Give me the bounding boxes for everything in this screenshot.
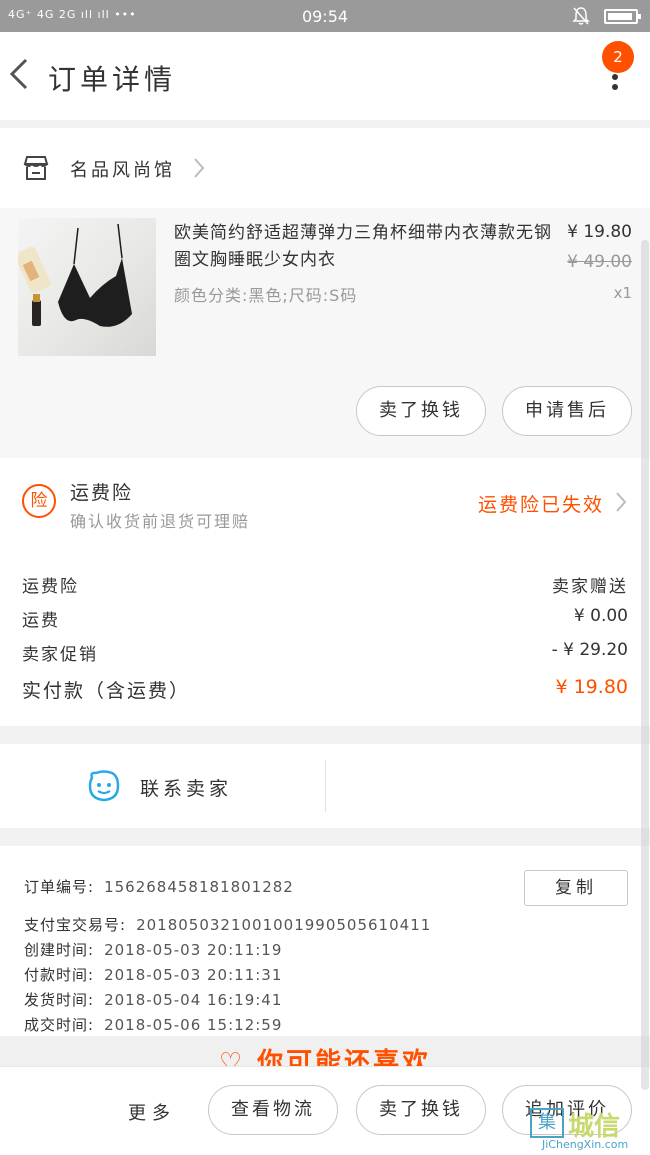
info-label: 成交时间: (24, 1016, 95, 1034)
status-bar: 4G⁺ 4G 2G ıll ıll ••• 09:54 (0, 0, 650, 32)
shop-name: 名品风尚馆 (70, 160, 175, 181)
insurance-title: 运费险 (70, 482, 134, 504)
info-label: 创建时间: (24, 941, 95, 959)
resell-button[interactable]: 卖了换钱 (356, 386, 486, 436)
fee-row-shipping: 运费 ¥ 0.00 (22, 606, 628, 636)
mute-bell-icon (572, 7, 590, 25)
back-arrow-icon[interactable] (6, 54, 36, 94)
fee-value: ¥ 0.00 (573, 606, 628, 626)
page-title: 订单详情 (48, 63, 177, 96)
chat-icon[interactable] (86, 768, 122, 804)
order-number: 156268458181801282 (104, 878, 294, 896)
completed-time-row: 成交时间: 2018-05-06 15:12:59 (24, 1014, 282, 1035)
shipping-insurance-row[interactable]: 险 运费险 确认收货前退货可理赔 运费险已失效 (0, 458, 650, 554)
product-quantity: x1 (613, 284, 632, 302)
info-value: 2018050321001001990505610411 (136, 916, 432, 934)
watermark-logo: 集 城信 JiChengXin.com (528, 1104, 646, 1154)
contact-seller-bar: 联系卖家 (0, 744, 650, 828)
insurance-status: 运费险已失效 (477, 494, 604, 516)
aftersale-button[interactable]: 申请售后 (502, 386, 632, 436)
nav-bar: 订单详情 2 (0, 32, 650, 120)
total-value: ¥ 19.80 (555, 676, 628, 698)
resell-button[interactable]: 卖了换钱 (356, 1085, 486, 1135)
recommend-title: ♡ 你可能还喜欢 (218, 1048, 432, 1066)
fee-summary: 运费险 卖家赠送 运费 ¥ 0.00 卖家促销 - ¥ 29.20 实付款（含运… (0, 554, 650, 726)
chevron-right-icon (616, 492, 627, 512)
info-label: 支付宝交易号: (24, 916, 127, 934)
info-value: 2018-05-03 20:11:19 (104, 941, 283, 959)
product-item[interactable]: 欧美简约舒适超薄弹力三角杯细带内衣薄款无钢圈文胸睡眠少女内衣 颜色分类:黑色;尺… (0, 208, 650, 458)
order-info: 订单编号: 156268458181801282 复制 支付宝交易号: 201805… (0, 846, 650, 1036)
contact-seller-button[interactable]: 联系卖家 (140, 774, 232, 801)
shop-row[interactable]: 名品风尚馆 (0, 128, 650, 208)
info-label: 订单编号: (24, 878, 95, 896)
product-price: ¥ 19.80 (567, 222, 632, 242)
shipped-time-row: 发货时间: 2018-05-04 16:19:41 (24, 989, 282, 1010)
product-title[interactable]: 欧美简约舒适超薄弹力三角杯细带内衣薄款无钢圈文胸睡眠少女内衣 (174, 220, 554, 274)
fee-value: 卖家赠送 (552, 577, 628, 597)
divider (325, 760, 326, 812)
store-icon (23, 156, 49, 180)
fee-row-total: 实付款（含运费） ¥ 19.80 (22, 676, 628, 706)
copy-button[interactable]: 复制 (524, 870, 628, 906)
watermark-url: JiChengXin.com (542, 1138, 629, 1151)
info-value: 2018-05-04 16:19:41 (104, 991, 283, 1009)
scrollbar[interactable] (641, 240, 649, 1090)
notification-badge[interactable]: 2 (602, 41, 634, 73)
total-label: 实付款（含运费） (22, 680, 191, 702)
info-label: 发货时间: (24, 991, 95, 1009)
insurance-icon: 险 (22, 484, 56, 518)
info-value: 2018-05-06 15:12:59 (104, 1016, 283, 1034)
chevron-right-icon (194, 158, 205, 178)
more-menu-icon[interactable] (610, 72, 620, 94)
recommend-banner: ♡ 你可能还喜欢 (0, 1036, 650, 1066)
created-time-row: 创建时间: 2018-05-03 20:11:19 (24, 939, 282, 960)
insurance-subtitle: 确认收货前退货可理赔 (70, 512, 251, 531)
alipay-trade-row: 支付宝交易号: 2018050321001001990505610411 (24, 914, 431, 935)
order-number-row: 订单编号: 156268458181801282 (24, 876, 294, 897)
paid-time-row: 付款时间: 2018-05-03 20:11:31 (24, 964, 282, 985)
info-label: 付款时间: (24, 966, 95, 984)
view-logistics-button[interactable]: 查看物流 (208, 1085, 338, 1135)
fee-row-promotion: 卖家促销 - ¥ 29.20 (22, 640, 628, 670)
more-button[interactable]: 更多 (128, 1099, 176, 1125)
product-original-price: ¥ 49.00 (567, 252, 632, 272)
fee-label: 运费 (22, 611, 60, 631)
product-sku: 颜色分类:黑色;尺码:S码 (174, 286, 358, 305)
product-thumbnail[interactable] (18, 218, 156, 356)
battery-icon (604, 9, 641, 24)
watermark-box: 集 (530, 1108, 564, 1138)
fee-label: 运费险 (22, 577, 79, 597)
fee-label: 卖家促销 (22, 645, 98, 665)
clock: 09:54 (301, 7, 349, 26)
fee-row-insurance: 运费险 卖家赠送 (22, 572, 628, 602)
fee-value: - ¥ 29.20 (551, 640, 628, 660)
info-value: 2018-05-03 20:11:31 (104, 966, 283, 984)
